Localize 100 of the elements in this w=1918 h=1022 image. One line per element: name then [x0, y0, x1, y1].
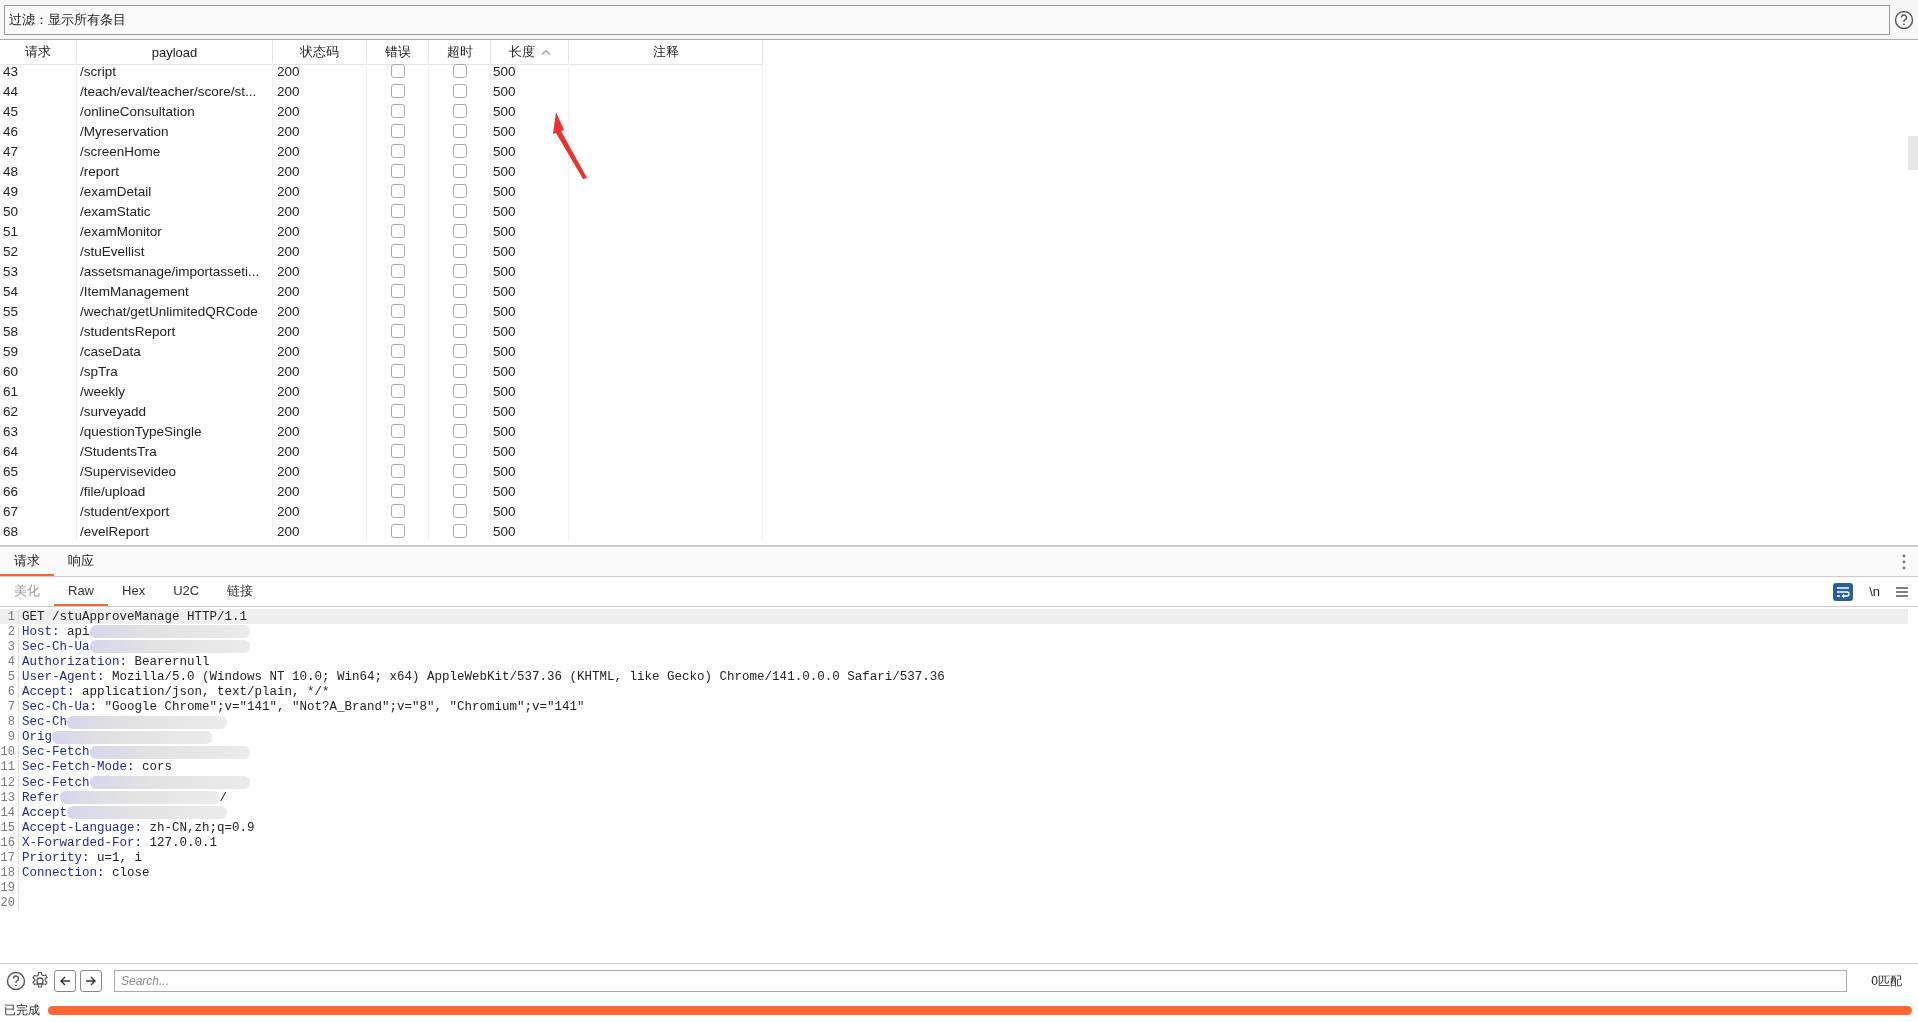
checkbox[interactable]	[390, 484, 405, 498]
checkbox[interactable]	[390, 184, 405, 198]
table-cell: 200	[277, 223, 300, 239]
table-cell: 500	[493, 143, 516, 159]
checkbox[interactable]	[452, 124, 467, 138]
view-tab[interactable]: Hex	[108, 577, 160, 606]
checkbox[interactable]	[390, 444, 405, 458]
table-cell: 62	[3, 403, 19, 419]
checkbox[interactable]	[390, 224, 405, 238]
checkbox[interactable]	[390, 464, 405, 478]
search-field[interactable]: Search...	[114, 970, 1848, 992]
checkbox[interactable]	[452, 444, 467, 458]
checkbox[interactable]	[390, 144, 405, 158]
checkbox[interactable]	[452, 324, 467, 338]
checkbox[interactable]	[452, 64, 467, 78]
checkbox[interactable]	[390, 404, 405, 418]
table-cell: /surveyadd	[80, 403, 147, 419]
checkbox[interactable]	[452, 404, 467, 418]
table-cell: 500	[493, 163, 516, 179]
table-cell: 200	[277, 303, 300, 319]
view-tab[interactable]: 链接	[213, 577, 268, 606]
column-header[interactable]: 请求	[0, 40, 77, 64]
checkbox[interactable]	[452, 244, 467, 258]
checkbox[interactable]	[390, 384, 405, 398]
checkbox[interactable]	[452, 264, 467, 278]
checkbox[interactable]	[390, 284, 405, 298]
line-number: 14	[0, 805, 19, 820]
line-number: 20	[0, 896, 19, 911]
scrollbar-thumb[interactable]	[1908, 136, 1918, 170]
column-header[interactable]: 注释	[569, 40, 763, 64]
checkbox[interactable]	[390, 204, 405, 218]
checkbox[interactable]	[390, 524, 405, 538]
back-button[interactable]	[54, 970, 76, 992]
panel-tab[interactable]: 请求	[0, 547, 54, 576]
forward-button[interactable]	[80, 970, 102, 992]
checkbox[interactable]	[390, 324, 405, 338]
help-icon[interactable]	[1894, 9, 1914, 30]
table-cell: 200	[277, 463, 300, 479]
column-header[interactable]: 长度	[491, 40, 569, 64]
header-line: Connection: close	[22, 866, 150, 881]
wrap-icon[interactable]	[1833, 582, 1854, 601]
help-icon[interactable]	[6, 971, 26, 991]
menu-icon[interactable]	[1896, 586, 1908, 597]
match-count: 0匹配	[1871, 972, 1902, 990]
checkbox[interactable]	[452, 164, 467, 178]
checkbox[interactable]	[390, 64, 405, 78]
settings-icon[interactable]	[30, 971, 50, 991]
checkbox[interactable]	[452, 344, 467, 358]
column-header[interactable]: 状态码	[273, 40, 367, 64]
checkbox[interactable]	[390, 304, 405, 318]
view-tab[interactable]: Raw	[54, 577, 108, 606]
checkbox[interactable]	[452, 524, 467, 538]
header-line: Sec-Ch-Ua: "Google Chrome";v="141", "Not?A_Brand";v="8", "Chromium";v="141"	[22, 700, 585, 715]
checkbox[interactable]	[452, 304, 467, 318]
table-cell: 200	[277, 363, 300, 379]
table-cell: 500	[493, 103, 516, 119]
table-cell: 46	[3, 123, 19, 139]
checkbox[interactable]	[452, 184, 467, 198]
checkbox[interactable]	[452, 224, 467, 238]
checkbox[interactable]	[390, 344, 405, 358]
checkbox[interactable]	[390, 84, 405, 98]
checkbox[interactable]	[452, 484, 467, 498]
checkbox[interactable]	[390, 504, 405, 518]
filter-bar[interactable]: 过滤：显示所有条目	[4, 4, 1890, 35]
checkbox[interactable]	[390, 104, 405, 118]
checkbox[interactable]	[452, 364, 467, 378]
checkbox[interactable]	[452, 144, 467, 158]
table-cell: 60	[3, 363, 19, 379]
table-cell: /Myreservation	[80, 123, 169, 139]
panel-tab[interactable]: 响应	[54, 547, 108, 576]
header-line: User-Agent: Mozilla/5.0 (Windows NT 10.0; Win64; x64) AppleWebKit/537.36 (KHTML, like Gecko) Chrome/141.0.0.0 Safari/537.36	[22, 669, 945, 684]
checkbox[interactable]	[390, 364, 405, 378]
checkbox[interactable]	[390, 164, 405, 178]
checkbox[interactable]	[390, 124, 405, 138]
table-cell: 500	[493, 443, 516, 459]
view-tab[interactable]: U2C	[159, 577, 214, 606]
more-icon[interactable]	[1902, 554, 1906, 570]
checkbox[interactable]	[452, 104, 467, 118]
checkbox[interactable]	[390, 424, 405, 438]
line-number: 11	[0, 760, 19, 775]
checkbox[interactable]	[452, 284, 467, 298]
table-cell: 200	[277, 83, 300, 99]
line-number: 8	[0, 715, 19, 730]
table-cell: 500	[493, 423, 516, 439]
checkbox[interactable]	[390, 244, 405, 258]
checkbox[interactable]	[452, 424, 467, 438]
checkbox[interactable]	[452, 204, 467, 218]
column-header[interactable]: payload	[77, 40, 273, 64]
table-cell: /caseData	[80, 343, 141, 359]
header-line: Host: api	[22, 624, 90, 639]
newline-toggle[interactable]: \n	[1863, 577, 1886, 606]
checkbox[interactable]	[452, 504, 467, 518]
line-number: 15	[0, 820, 19, 835]
checkbox[interactable]	[452, 384, 467, 398]
header-line: /	[219, 790, 228, 805]
table-cell: 58	[3, 323, 19, 339]
checkbox[interactable]	[452, 84, 467, 98]
checkbox[interactable]	[390, 264, 405, 278]
table-cell: 500	[493, 243, 516, 259]
checkbox[interactable]	[452, 464, 467, 478]
